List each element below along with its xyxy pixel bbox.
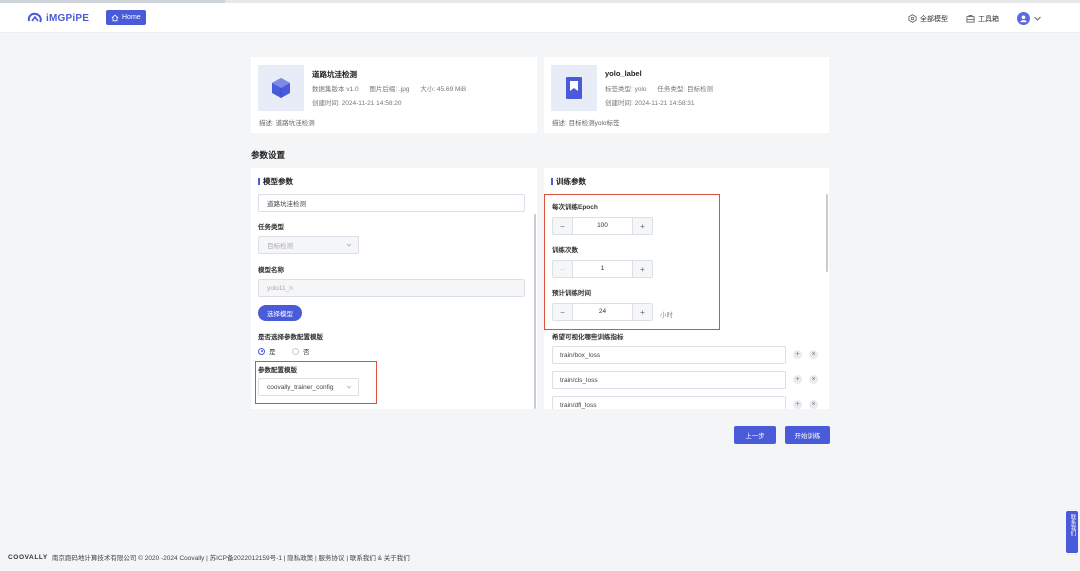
footer-brand: COOVALLY xyxy=(8,553,48,561)
model-name-input[interactable]: 道路坑洼检测 xyxy=(258,194,525,212)
label-task-type: 任务类型: 目标检测 xyxy=(657,86,713,93)
hexagon-icon xyxy=(908,14,917,23)
dataset-thumbnail xyxy=(258,65,304,111)
add-metric-icon[interactable]: + xyxy=(793,400,802,409)
radio-yes-dot xyxy=(258,347,265,355)
footer: COOVALLY 南京跑码地计算技术有限公司 © 2020 -2024 Coov… xyxy=(8,552,410,563)
model-name-label: 模型名称 xyxy=(258,267,284,274)
contact-label: 联系我们 xyxy=(1069,514,1076,536)
train-params-title-text: 训练参数 xyxy=(556,177,586,186)
use-template-label: 是否选择参数配置模版 xyxy=(258,334,323,341)
highlight-template-box xyxy=(255,361,377,404)
train-panel-scrollbar[interactable] xyxy=(826,194,828,272)
chevron-down-icon xyxy=(1034,16,1041,21)
label-type: 标签类型: yolo xyxy=(605,86,647,93)
highlight-train-params-box xyxy=(544,194,720,330)
label-thumbnail xyxy=(551,65,597,111)
dataset-meta: 数据集版本 v1.0 图片后缀: .jpg 大小: 45.69 MiB xyxy=(312,83,466,93)
bookmark-icon xyxy=(566,77,582,99)
toolbox-link[interactable]: 工具箱 xyxy=(966,14,999,24)
all-models-label: 全部模型 xyxy=(920,15,948,23)
dataset-version: 数据集版本 v1.0 xyxy=(312,86,359,93)
model-params-title-text: 模型参数 xyxy=(263,177,293,186)
logo-mark-icon xyxy=(27,12,42,23)
task-type-value: 目标检测 xyxy=(267,243,293,250)
home-icon xyxy=(111,14,119,21)
user-menu[interactable] xyxy=(1017,12,1042,25)
label-description: 描述: 目标检测yolo标签 xyxy=(552,120,620,127)
toolbox-icon xyxy=(966,14,975,23)
metric-input-box-loss[interactable]: train/box_loss xyxy=(552,346,786,364)
radio-no-dot xyxy=(292,347,299,355)
task-type-label: 任务类型 xyxy=(258,224,284,231)
radio-yes-label: 是 xyxy=(269,349,276,356)
home-button[interactable]: Home xyxy=(106,10,146,25)
dataset-created: 创建时间: 2024-11-21 14:58:20 xyxy=(312,100,402,107)
dataset-title: 道路坑洼检测 xyxy=(312,70,357,79)
add-metric-icon[interactable]: + xyxy=(793,375,802,384)
select-model-button[interactable]: 选择模型 xyxy=(258,305,302,321)
logo-text: iMGPiPE xyxy=(46,12,90,24)
label-created: 创建时间: 2024-11-21 14:58:31 xyxy=(605,100,695,107)
start-training-button[interactable]: 开始训练 xyxy=(785,426,830,444)
model-name-field: yolo11_n xyxy=(258,279,525,297)
dataset-suffix: 图片后缀: .jpg xyxy=(369,86,410,93)
label-card[interactable]: yolo_label 标签类型: yolo 任务类型: 目标检测 创建时间: 2… xyxy=(544,57,829,133)
all-models-link[interactable]: 全部模型 xyxy=(908,14,948,24)
avatar xyxy=(1017,12,1030,25)
radio-no[interactable]: 否 xyxy=(292,346,310,356)
toolbox-label: 工具箱 xyxy=(978,15,999,23)
metric-input-dfl-loss[interactable]: train/dfl_loss xyxy=(552,396,786,409)
remove-metric-icon[interactable]: × xyxy=(809,350,818,359)
label-meta: 标签类型: yolo 任务类型: 目标检测 xyxy=(605,83,713,93)
user-icon xyxy=(1020,15,1027,23)
dataset-description: 描述: 道路坑洼检测 xyxy=(259,120,315,127)
metric-input-cls-loss[interactable]: train/cls_loss xyxy=(552,371,786,389)
task-type-select[interactable]: 目标检测 xyxy=(258,236,359,254)
remove-metric-icon[interactable]: × xyxy=(809,400,818,409)
model-panel-scrollbar[interactable] xyxy=(534,214,536,409)
title-accent-bar xyxy=(258,178,260,185)
footer-text[interactable]: 南京跑码地计算技术有限公司 © 2020 -2024 Coovally | 苏I… xyxy=(52,552,410,562)
train-params-title: 训练参数 xyxy=(551,176,586,187)
dataset-size: 大小: 45.69 MiB xyxy=(420,86,467,93)
chevron-down-icon xyxy=(346,243,352,247)
dataset-card[interactable]: 道路坑洼检测 数据集版本 v1.0 图片后缀: .jpg 大小: 45.69 M… xyxy=(251,57,537,133)
radio-yes[interactable]: 是 xyxy=(258,346,276,356)
metrics-label: 希望可视化哪些训练指标 xyxy=(552,334,624,341)
model-params-title: 模型参数 xyxy=(258,176,293,187)
title-accent-bar xyxy=(551,178,553,185)
prev-button[interactable]: 上一步 xyxy=(734,426,776,444)
add-metric-icon[interactable]: + xyxy=(793,350,802,359)
label-title: yolo_label xyxy=(605,69,642,78)
contact-us-float-button[interactable]: 联系我们 xyxy=(1066,511,1078,553)
home-label: Home xyxy=(122,14,141,21)
app-logo[interactable]: iMGPiPE xyxy=(27,11,89,25)
cube-icon xyxy=(272,78,290,98)
section-title: 参数设置 xyxy=(251,150,286,160)
metric-row-clip: train/dfl_loss + × xyxy=(544,396,829,409)
remove-metric-icon[interactable]: × xyxy=(809,375,818,384)
top-header: iMGPiPE Home 全部模型 工具箱 xyxy=(0,3,1080,33)
radio-no-label: 否 xyxy=(303,349,310,356)
